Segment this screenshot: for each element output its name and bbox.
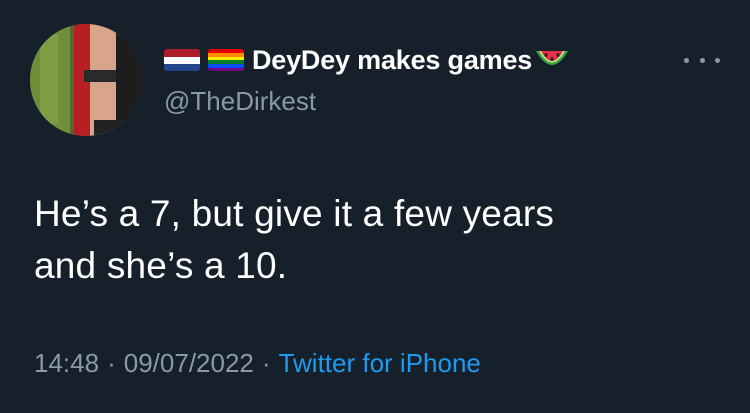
tweet-text: He’s a 7, but give it a few years and sh…: [34, 188, 714, 292]
tweet-text-line: He’s a 7, but give it a few years: [34, 193, 555, 234]
tweet-time[interactable]: 14:48: [34, 348, 99, 378]
watermelon-icon: [534, 45, 570, 75]
display-name[interactable]: DeyDey makes games: [252, 45, 532, 76]
rainbow-flag-icon: [208, 49, 244, 71]
dot: [715, 57, 720, 63]
name-row: DeyDey makes games: [164, 40, 670, 80]
avatar-image: [30, 24, 142, 136]
tweet-meta: 14:48 · 09/07/2022 · Twitter for iPhone: [34, 348, 481, 379]
avatar[interactable]: [30, 24, 142, 136]
dot: [699, 57, 705, 63]
user-handle[interactable]: @TheDirkest: [164, 86, 670, 117]
meta-separator: ·: [261, 348, 271, 378]
meta-separator: ·: [107, 348, 116, 378]
tweet-header: DeyDey makes games @TheDirkest: [164, 40, 670, 117]
dot: [684, 57, 689, 63]
more-options-icon[interactable]: [684, 50, 720, 70]
tweet-card: DeyDey makes games @TheDirkest He’s a 7,…: [0, 0, 750, 413]
tweet-source-link[interactable]: Twitter for iPhone: [279, 348, 481, 378]
tweet-text-line: and she’s a 10.: [34, 245, 288, 286]
tweet-date[interactable]: 09/07/2022: [124, 348, 254, 378]
netherlands-flag-icon: [164, 49, 200, 71]
